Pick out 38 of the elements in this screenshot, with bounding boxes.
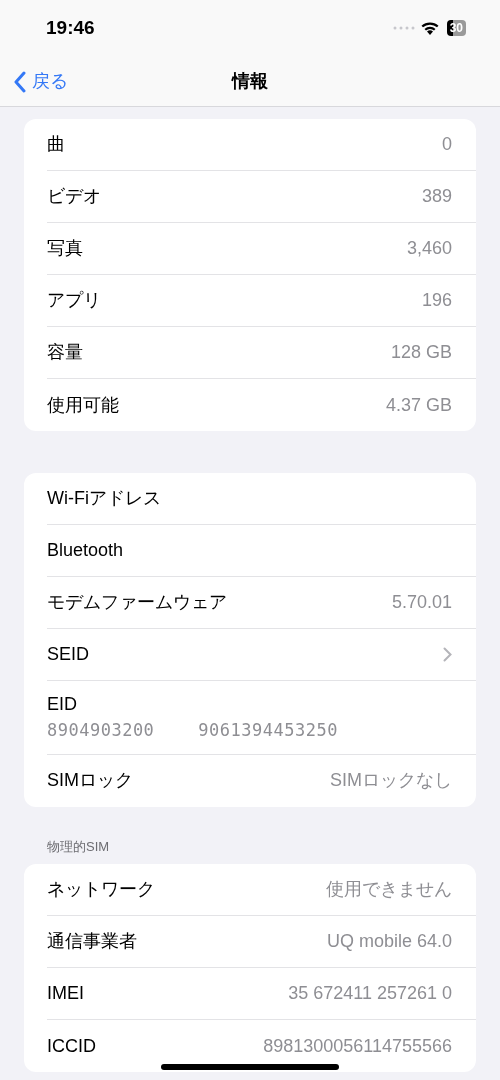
row-value: 5.70.01 [391,591,452,614]
row-value: 0 [442,133,452,156]
row-label: Bluetooth [47,539,124,562]
row-value: 196 [421,289,452,312]
chevron-right-icon[interactable] [443,647,452,662]
row-label: アプリ [47,289,101,312]
row-label: モデムファームウェア [47,591,227,614]
row-label: 曲 [47,133,65,156]
row-value: 3,460 [406,237,452,260]
row-value: 使用できません [326,878,452,901]
status-time: 19:46 [46,15,95,40]
row-label: ビデオ [47,185,101,208]
row-value: 35 672411 257261 0 [288,982,452,1005]
back-button[interactable]: 戻る [14,68,68,95]
eid-value: 9061394453250 [198,719,338,742]
row-label: 写真 [47,237,83,260]
row-value: 4.37 GB [385,393,452,417]
row-value: UQ mobile 64.0 [326,930,452,953]
row-label: SEID [47,643,89,666]
row-value: SIMロックなし [330,769,452,792]
row-label: 使用可能 [47,393,119,417]
signal-icon [392,26,415,30]
row-label: 通信事業者 [47,930,137,953]
row-label: IMEI [47,982,84,1005]
row-label: ネットワーク [47,878,155,901]
wifi-icon [420,21,439,35]
row-label: SIMロック [47,769,133,792]
row-label: ICCID [47,1034,96,1058]
row-value: 389 [421,185,452,208]
eid-value: 8904903200 [47,719,155,742]
row-value: 128 GB [390,341,452,364]
row-label: 容量 [47,341,83,364]
row-label: Wi-Fiアドレス [47,487,161,510]
chevron-left-icon [14,70,26,93]
row-label: EID [47,693,78,716]
section-header: 物理的SIM [46,837,111,856]
nav-title: 情報 [232,69,268,93]
row-value: 8981300056114755566 [263,1034,452,1058]
